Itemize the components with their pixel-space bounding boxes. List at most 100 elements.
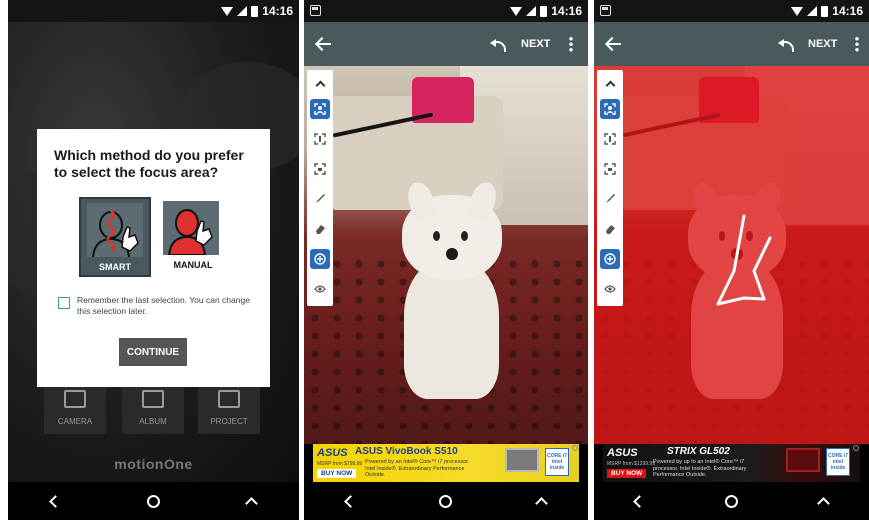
zoom-icon bbox=[314, 253, 326, 265]
laptop-image bbox=[786, 448, 820, 472]
status-time: 14:16 bbox=[832, 4, 863, 18]
remember-checkbox[interactable] bbox=[58, 297, 70, 309]
signal-icon bbox=[526, 6, 537, 16]
focus-method-dialog: Which method do you prefer to select the… bbox=[37, 129, 270, 387]
crop-select-tool[interactable] bbox=[600, 159, 620, 179]
status-bar: 14:16 bbox=[594, 0, 869, 22]
nav-back-icon[interactable] bbox=[344, 494, 358, 508]
eraser-icon bbox=[606, 225, 615, 234]
magic-select-icon bbox=[604, 133, 616, 145]
continue-button[interactable]: CONTINUE bbox=[119, 338, 187, 366]
chevron-up-icon bbox=[315, 80, 325, 90]
smart-label: SMART bbox=[99, 262, 131, 272]
preview-icon bbox=[604, 285, 616, 293]
phone-screen-method-dialog: 14:16 CAMERA ALBUM PROJECT motionOne Whi… bbox=[8, 0, 299, 520]
notification-app-icon bbox=[600, 5, 611, 16]
wifi-icon bbox=[510, 6, 523, 16]
ad-banner-strix[interactable]: ASUS STRIX GL502 MSRP from $1299.99 BUY … bbox=[603, 444, 860, 482]
selection-tools bbox=[307, 70, 333, 306]
next-button[interactable]: NEXT bbox=[808, 38, 837, 50]
crop-select-icon bbox=[604, 163, 616, 175]
nav-back-icon[interactable] bbox=[49, 494, 63, 508]
nav-home-icon[interactable] bbox=[724, 494, 738, 508]
nav-recent-icon[interactable] bbox=[817, 497, 831, 510]
brush-icon bbox=[606, 194, 615, 203]
status-bar: 14:16 bbox=[8, 0, 299, 22]
wifi-icon bbox=[791, 6, 804, 16]
magic-select-tool[interactable] bbox=[310, 129, 330, 149]
more-options-icon[interactable] bbox=[569, 36, 573, 52]
nav-back-icon[interactable] bbox=[632, 494, 646, 508]
status-bar: 14:16 bbox=[304, 0, 588, 22]
remember-text: Remember the last selection. You can cha… bbox=[77, 295, 250, 316]
wifi-icon bbox=[221, 6, 234, 16]
app-logo: motionOne bbox=[114, 456, 193, 472]
eraser-tool[interactable] bbox=[600, 219, 620, 239]
status-time: 14:16 bbox=[262, 4, 293, 18]
album-label: ALBUM bbox=[139, 417, 167, 426]
project-button[interactable]: PROJECT bbox=[198, 382, 260, 434]
smart-select-tool[interactable] bbox=[600, 99, 620, 119]
phone-screen-editor: 14:16 NEXT ASUS ASUS VivoBook S510 MSRP … bbox=[304, 0, 588, 520]
zoom-tool[interactable] bbox=[600, 249, 620, 269]
photo-canvas[interactable] bbox=[304, 66, 588, 444]
nav-home-icon[interactable] bbox=[439, 494, 453, 508]
next-button[interactable]: NEXT bbox=[521, 38, 550, 50]
preview-tool[interactable] bbox=[310, 279, 330, 299]
magic-select-icon bbox=[314, 133, 326, 145]
nav-home-icon[interactable] bbox=[146, 494, 160, 508]
smart-select-icon bbox=[314, 103, 326, 115]
camera-button[interactable]: CAMERA bbox=[44, 382, 106, 434]
collapse-tools-button[interactable] bbox=[310, 73, 330, 93]
zoom-tool[interactable] bbox=[310, 249, 330, 269]
undo-icon[interactable] bbox=[490, 38, 506, 52]
preview-icon bbox=[314, 285, 326, 293]
project-label: PROJECT bbox=[210, 417, 248, 426]
ad-info-icon[interactable] bbox=[853, 445, 859, 451]
brush-tool[interactable] bbox=[310, 189, 330, 209]
undo-icon[interactable] bbox=[778, 38, 794, 52]
collapse-tools-button[interactable] bbox=[600, 73, 620, 93]
laptop-image bbox=[505, 448, 539, 472]
album-icon bbox=[142, 390, 164, 408]
selection-stroke bbox=[716, 214, 772, 306]
crop-select-tool[interactable] bbox=[310, 159, 330, 179]
ad-buy-now-button[interactable]: BUY NOW bbox=[317, 469, 357, 478]
ad-description: Powered by up to an Intel® Core™ i7 proc… bbox=[653, 459, 747, 478]
ad-model: STRIX GL502 bbox=[667, 446, 730, 457]
nav-recent-icon[interactable] bbox=[244, 497, 258, 510]
back-arrow-icon[interactable] bbox=[314, 34, 334, 54]
smart-select-tool[interactable] bbox=[310, 99, 330, 119]
crop-select-icon bbox=[314, 163, 326, 175]
edit-icon bbox=[218, 390, 240, 408]
ad-buy-now-button[interactable]: BUY NOW bbox=[607, 469, 647, 478]
smart-select-icon bbox=[604, 103, 616, 115]
more-options-icon[interactable] bbox=[855, 36, 859, 52]
magic-select-tool[interactable] bbox=[600, 129, 620, 149]
battery-icon bbox=[821, 5, 829, 17]
phone-screen-editor-masked: 14:16 NEXT ASUS STRIX GL502 MSRP from $1… bbox=[594, 0, 869, 520]
battery-icon bbox=[251, 5, 259, 17]
navigation-bar bbox=[8, 482, 299, 520]
dialog-title: Which method do you prefer to select the… bbox=[54, 147, 244, 180]
signal-icon bbox=[807, 6, 818, 16]
chevron-up-icon bbox=[605, 80, 615, 90]
nav-recent-icon[interactable] bbox=[534, 497, 548, 510]
ad-price: MSRP from $799.99 bbox=[317, 461, 363, 467]
smart-option[interactable]: SMART bbox=[79, 197, 151, 277]
ad-info-icon[interactable] bbox=[572, 445, 578, 451]
preview-tool[interactable] bbox=[600, 279, 620, 299]
editor-toolbar: NEXT bbox=[594, 22, 869, 66]
manual-option[interactable]: MANUAL bbox=[157, 197, 229, 277]
eraser-tool[interactable] bbox=[310, 219, 330, 239]
back-arrow-icon[interactable] bbox=[604, 34, 624, 54]
eraser-icon bbox=[316, 225, 325, 234]
ad-brand: ASUS bbox=[317, 447, 348, 459]
ad-banner-vivobook[interactable]: ASUS ASUS VivoBook S510 MSRP from $799.9… bbox=[313, 444, 579, 482]
remember-selection: Remember the last selection. You can cha… bbox=[58, 295, 253, 317]
ad-price: MSRP from $1299.99 bbox=[607, 461, 655, 467]
brush-tool[interactable] bbox=[600, 189, 620, 209]
album-button[interactable]: ALBUM bbox=[122, 382, 184, 434]
status-time: 14:16 bbox=[551, 4, 582, 18]
photo-canvas[interactable] bbox=[594, 66, 869, 444]
